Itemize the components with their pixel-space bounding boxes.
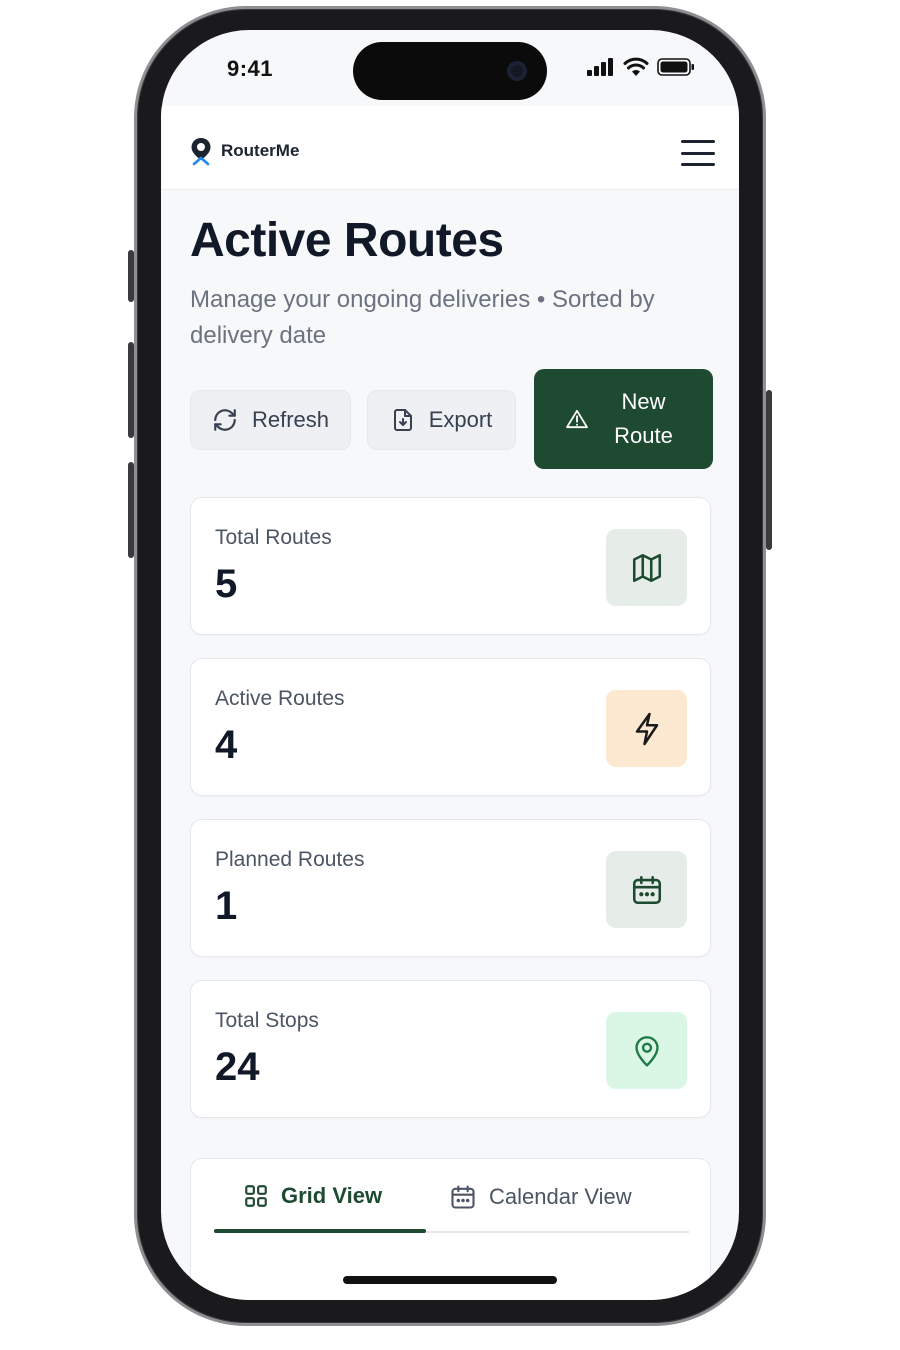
phone-screen: 9:41 RouterMe Active Routes Manage your … [161,30,739,1300]
app-logo[interactable]: RouterMe [189,136,299,166]
stat-card-total-routes: Total Routes 5 [190,497,711,635]
status-icons [587,57,695,77]
export-label: Export [428,407,493,432]
grid-icon [245,1185,267,1207]
stat-value: 24 [215,1045,260,1089]
stat-label: Total Stops [215,1009,319,1032]
signal-icon [587,58,613,76]
tab-grid-view[interactable]: Grid View [243,1183,382,1209]
stat-label: Active Routes [215,687,345,710]
stat-card-planned-routes: Planned Routes 1 [190,819,711,957]
export-file-icon [391,407,415,433]
tab-calendar-view[interactable]: Calendar View [449,1183,632,1211]
refresh-label: Refresh [251,407,330,432]
stat-label: Planned Routes [215,848,365,871]
stat-card-active-routes: Active Routes 4 [190,658,711,796]
stat-value: 4 [215,723,238,767]
tab-label: Calendar View [489,1184,632,1209]
camera-icon [507,61,527,81]
tab-label: Grid View [281,1183,383,1208]
map-icon [606,529,687,606]
status-time: 9:41 [227,56,274,81]
page-subtitle: Manage your ongoing deliveries • Sorted … [190,286,655,349]
app-name: RouterMe [221,141,300,160]
stat-label: Total Routes [215,526,332,549]
power-button-hardware [766,390,772,550]
dynamic-island [353,42,547,100]
refresh-icon [212,407,238,433]
stat-value: 5 [215,562,238,606]
home-indicator[interactable] [343,1276,557,1284]
location-pin-logo-icon [191,138,211,166]
app-header: RouterMe [161,106,739,190]
page-title: Active Routes [190,214,504,267]
stat-card-total-stops: Total Stops 24 [190,980,711,1118]
stat-value: 1 [215,884,238,928]
calendar-icon [451,1185,475,1209]
calendar-icon [606,851,687,928]
battery-icon [657,58,694,76]
status-bar: 9:41 [161,30,739,106]
refresh-button[interactable]: Refresh [190,390,351,450]
wifi-icon [623,57,649,76]
new-route-button[interactable]: New Route [534,369,713,469]
hamburger-menu-icon[interactable] [681,140,715,166]
lightning-icon [606,690,687,767]
active-tab-indicator [214,1229,426,1233]
new-route-label: New Route [614,389,673,448]
warning-triangle-icon [565,409,588,429]
map-pin-icon [606,1012,687,1089]
export-button[interactable]: Export [367,390,516,450]
